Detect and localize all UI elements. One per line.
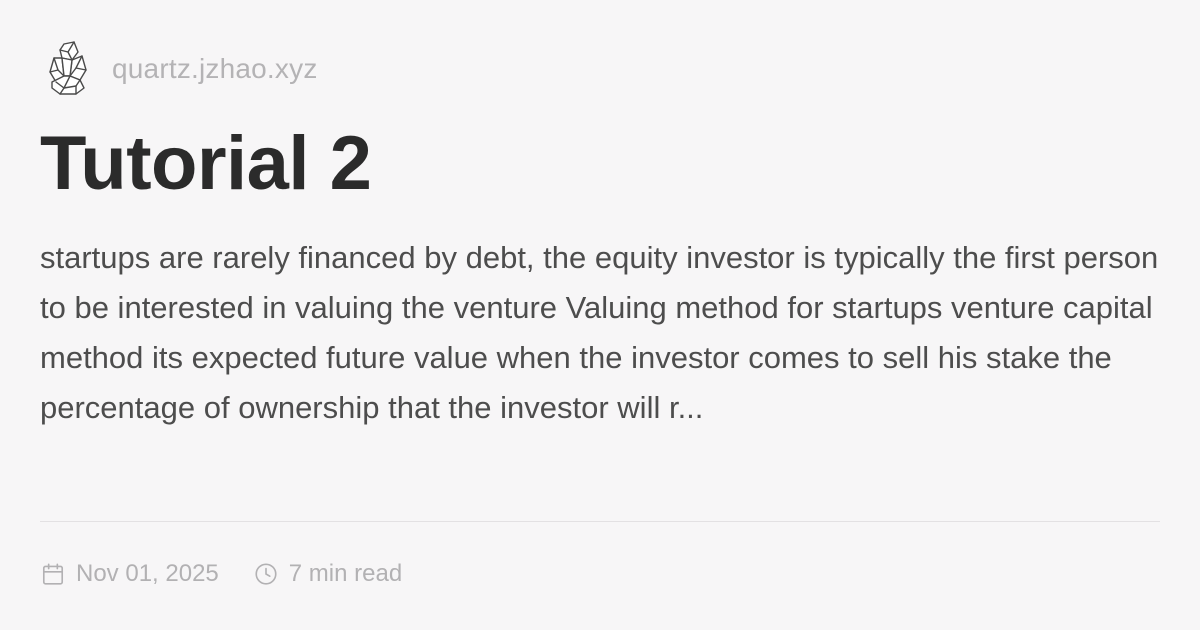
site-header: quartz.jzhao.xyz [46,40,318,98]
reading-time-item: 7 min read [253,560,402,588]
calendar-icon [42,563,64,585]
meta-row: Nov 01, 2025 7 min read [40,556,436,592]
page-title: Tutorial 2 [40,121,372,206]
divider [40,521,1160,522]
reading-time-text: 7 min read [288,560,403,587]
clock-icon [255,563,277,585]
site-name[interactable]: quartz.jzhao.xyz [112,53,318,85]
date-text: Nov 01, 2025 [76,560,219,587]
page-description: startups are rarely financed by debt, th… [40,240,1159,425]
crystal-icon [49,41,87,95]
date-item: Nov 01, 2025 [40,560,219,588]
